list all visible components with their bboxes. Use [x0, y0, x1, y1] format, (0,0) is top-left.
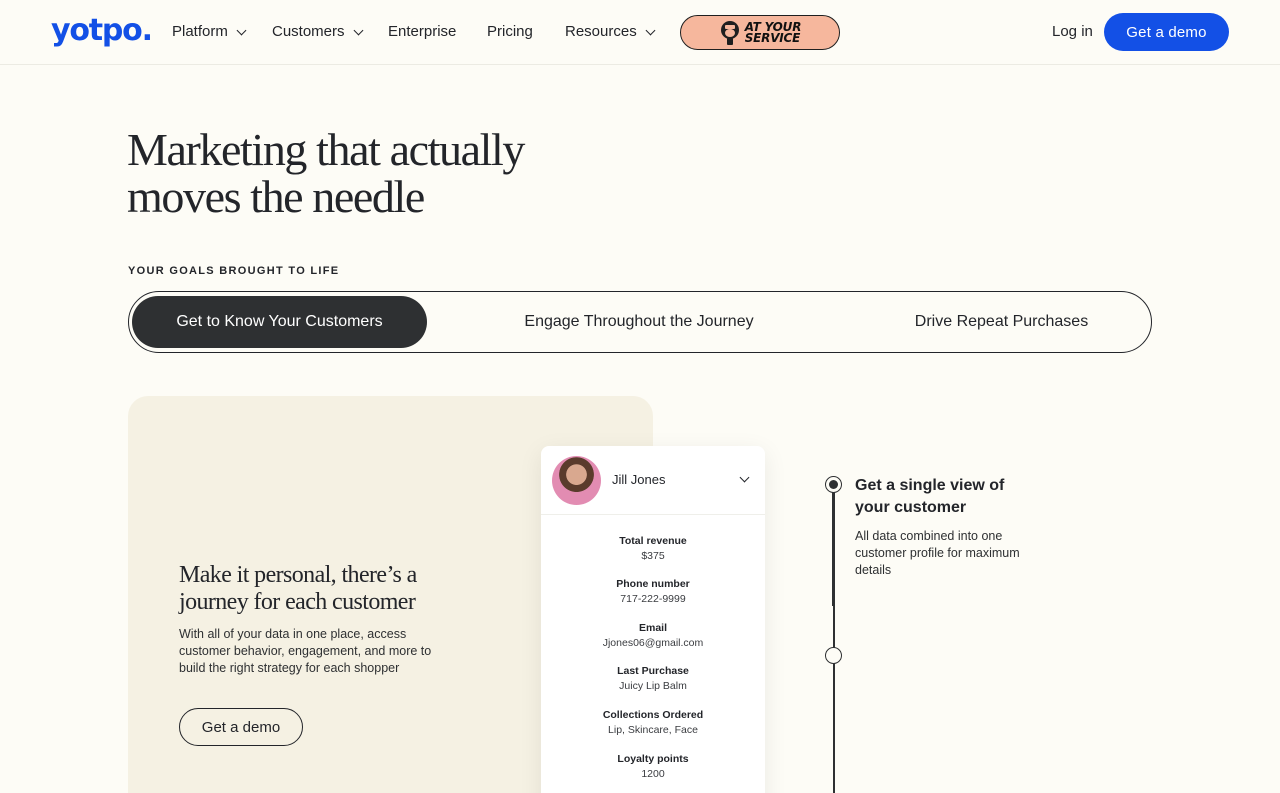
- field-value: Jjones06@gmail.com: [602, 637, 704, 649]
- promo-line: SERVICE: [744, 30, 801, 45]
- profile-field: Collections Ordered Lip, Skincare, Face: [541, 708, 765, 738]
- profile-field: Email Jjones06@gmail.com: [541, 621, 765, 651]
- chevron-down-icon: [353, 25, 363, 35]
- tab-drive-repeat-purchases[interactable]: Drive Repeat Purchases: [869, 296, 1134, 348]
- timeline-step-description: All data combined into one customer prof…: [855, 529, 1020, 577]
- nav-item-label: Enterprise: [388, 23, 457, 40]
- nav-item-pricing[interactable]: Pricing: [487, 22, 533, 42]
- profile-field: Loyalty points 1200: [541, 752, 765, 782]
- field-label: Phone number: [616, 578, 690, 590]
- goal-tabs: Get to Know Your Customers Engage Throug…: [128, 291, 1152, 353]
- field-value: 1200: [641, 768, 665, 780]
- field-label: Total revenue: [619, 535, 687, 547]
- page-title-line: Marketing that actually: [127, 124, 525, 175]
- field-value: $375: [641, 550, 665, 562]
- feature-title-line: journey for each customer: [179, 589, 416, 615]
- field-label: Email: [638, 622, 667, 634]
- timeline-step-dot-active[interactable]: [825, 476, 842, 493]
- nav-item-label: Resources: [565, 23, 637, 40]
- field-label: Collections Ordered: [602, 709, 704, 721]
- section-eyebrow: YOUR GOALS BROUGHT TO LIFE: [128, 265, 340, 277]
- avatar: [552, 456, 601, 505]
- nav-item-enterprise[interactable]: Enterprise: [388, 22, 456, 42]
- yotpo-logo[interactable]: yotpo.: [51, 12, 153, 50]
- mascot-icon: [720, 20, 739, 45]
- tab-get-to-know-customers[interactable]: Get to Know Your Customers: [132, 296, 427, 348]
- page-title-line: moves the needle: [127, 171, 425, 222]
- profile-header[interactable]: Jill Jones: [541, 446, 765, 515]
- profile-name: Jill Jones: [612, 472, 666, 487]
- chevron-down-icon: [645, 25, 656, 35]
- nav-item-label: Customers: [272, 23, 345, 40]
- chevron-down-icon[interactable]: [739, 472, 750, 483]
- field-value: 717-222-9999: [620, 593, 686, 605]
- top-nav: yotpo. Platform Customers Enterprise Pri…: [0, 0, 1280, 65]
- chevron-down-icon: [236, 25, 247, 35]
- nav-item-platform[interactable]: Platform: [172, 22, 247, 42]
- timeline-step-title: Get a single view of your customer: [855, 477, 1005, 516]
- field-label: Loyalty points: [617, 753, 689, 765]
- promo-text: AT YOUR SERVICE: [744, 21, 802, 45]
- profile-field: Total revenue $375: [541, 534, 765, 564]
- nav-item-label: Pricing: [487, 23, 533, 40]
- login-link[interactable]: Log in: [1052, 22, 1093, 42]
- at-your-service-promo-button[interactable]: AT YOUR SERVICE: [680, 15, 840, 50]
- field-value: Juicy Lip Balm: [619, 680, 687, 692]
- profile-field: Phone number 717-222-9999: [541, 577, 765, 607]
- feature-title: Make it personal, there’s a journey for …: [179, 562, 417, 616]
- profile-field: Last Purchase Juicy Lip Balm: [541, 664, 765, 694]
- feature-title-line: Make it personal, there’s a: [179, 562, 417, 588]
- get-a-demo-button[interactable]: Get a demo: [1104, 13, 1229, 51]
- tab-engage-throughout-journey[interactable]: Engage Throughout the Journey: [489, 296, 789, 348]
- page-title: Marketing that actually moves the needle: [127, 124, 525, 222]
- field-value: Lip, Skincare, Face: [608, 724, 698, 736]
- nav-item-label: Platform: [172, 23, 228, 40]
- timeline-progress: [832, 484, 835, 606]
- nav-item-resources[interactable]: Resources: [565, 22, 656, 42]
- feature-description: With all of your data in one place, acce…: [179, 627, 432, 675]
- customer-profile-card: Jill Jones Total revenue $375 Phone numb…: [541, 446, 765, 793]
- field-label: Last Purchase: [617, 665, 689, 677]
- timeline-step-dot[interactable]: [825, 647, 842, 664]
- feature-get-a-demo-button[interactable]: Get a demo: [179, 708, 303, 746]
- nav-item-customers[interactable]: Customers: [272, 22, 363, 42]
